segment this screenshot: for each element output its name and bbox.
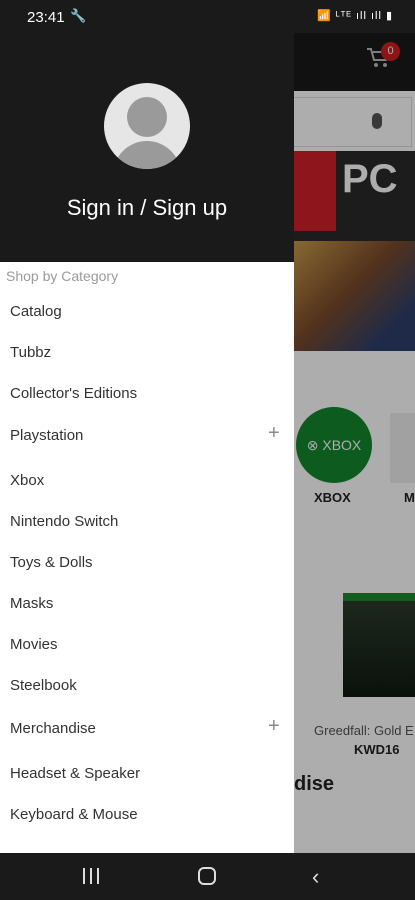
- menu-item-playstation[interactable]: Playstation +: [0, 415, 294, 455]
- menu-item-label: Xbox: [10, 472, 45, 489]
- menu-item-headset-speaker[interactable]: Headset & Speaker: [0, 753, 294, 793]
- navigation-drawer: Sign in / Sign up Shop by Category Catal…: [0, 33, 294, 853]
- menu-item-movies[interactable]: Movies: [0, 624, 294, 664]
- menu-item-masks[interactable]: Masks: [0, 583, 294, 623]
- avatar-head: [127, 97, 167, 137]
- home-icon[interactable]: [198, 867, 216, 885]
- shop-by-category-label: Shop by Category: [6, 268, 119, 284]
- menu-item-label: Nintendo Switch: [10, 513, 119, 530]
- menu-item-label: Merchandise: [10, 720, 96, 737]
- menu-item-label: Collector's Editions: [10, 385, 138, 402]
- expand-plus-icon[interactable]: +: [268, 422, 280, 445]
- menu-item-label: Headset & Speaker: [10, 765, 141, 782]
- menu-item-merchandise[interactable]: Merchandise +: [0, 708, 294, 748]
- system-nav-bar: ‹: [0, 853, 415, 900]
- menu-item-label: Keyboard & Mouse: [10, 806, 138, 823]
- menu-item-xbox[interactable]: Xbox: [0, 460, 294, 500]
- avatar-body: [113, 141, 181, 169]
- menu-item-steelbook[interactable]: Steelbook: [0, 665, 294, 705]
- sign-in-link[interactable]: Sign in / Sign up: [0, 195, 294, 221]
- recents-icon[interactable]: [83, 868, 99, 884]
- menu-item-label: Playstation: [10, 427, 84, 444]
- menu-item-label: Movies: [10, 636, 58, 653]
- menu-item-label: Toys & Dolls: [10, 554, 93, 571]
- menu-item-label: Masks: [10, 595, 54, 612]
- avatar-icon[interactable]: [104, 83, 190, 169]
- back-icon[interactable]: ‹: [312, 864, 319, 890]
- menu-item-label: Catalog: [10, 303, 62, 320]
- menu-item-catalog[interactable]: Catalog: [0, 291, 294, 331]
- menu-item-collector-s-editions[interactable]: Collector's Editions: [0, 373, 294, 413]
- menu-item-label: Steelbook: [10, 677, 77, 694]
- menu-item-nintendo-switch[interactable]: Nintendo Switch: [0, 501, 294, 541]
- status-icons: 📶 ᴸᵀᴱ ıll ıll ▮: [317, 10, 393, 22]
- menu-item-toys-dolls[interactable]: Toys & Dolls: [0, 542, 294, 582]
- expand-plus-icon[interactable]: +: [268, 715, 280, 738]
- menu-item-tubbz[interactable]: Tubbz: [0, 332, 294, 372]
- drawer-header: Sign in / Sign up: [0, 33, 294, 262]
- menu-item-keyboard-mouse[interactable]: Keyboard & Mouse: [0, 794, 294, 834]
- status-time: 23:41: [27, 9, 65, 26]
- wrench-icon: 🔧: [70, 8, 87, 23]
- menu-item-label: Tubbz: [10, 344, 52, 361]
- status-bar: 23:41 🔧 📶 ᴸᵀᴱ ıll ıll ▮: [0, 0, 415, 33]
